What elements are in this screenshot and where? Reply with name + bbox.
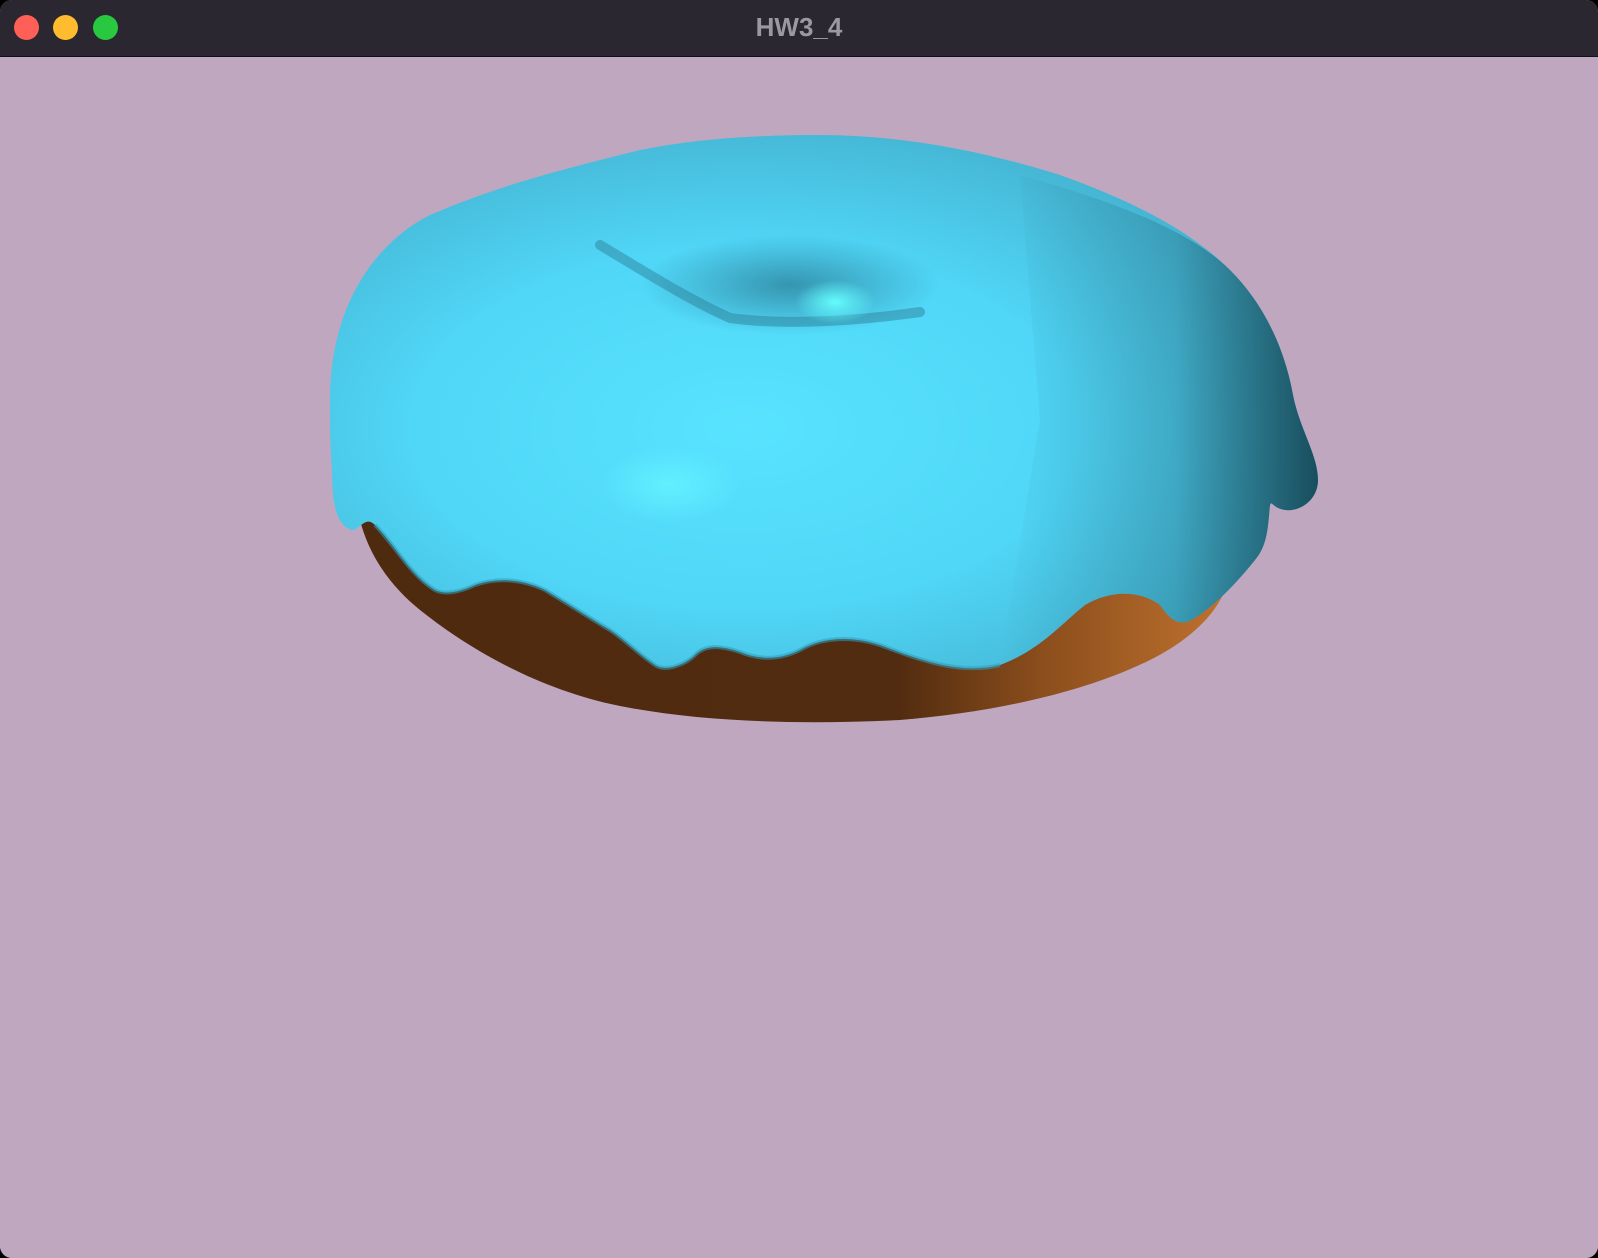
- render-viewport[interactable]: [0, 57, 1598, 1258]
- icing-highlight-center: [795, 280, 875, 324]
- icing-highlight-front: [600, 447, 740, 523]
- app-window: HW3_4: [0, 0, 1598, 1258]
- donut-render: [330, 135, 1318, 723]
- icing-shadow-right: [1000, 175, 1318, 665]
- window-title: HW3_4: [755, 12, 843, 42]
- title-bar[interactable]: HW3_4: [0, 0, 1598, 57]
